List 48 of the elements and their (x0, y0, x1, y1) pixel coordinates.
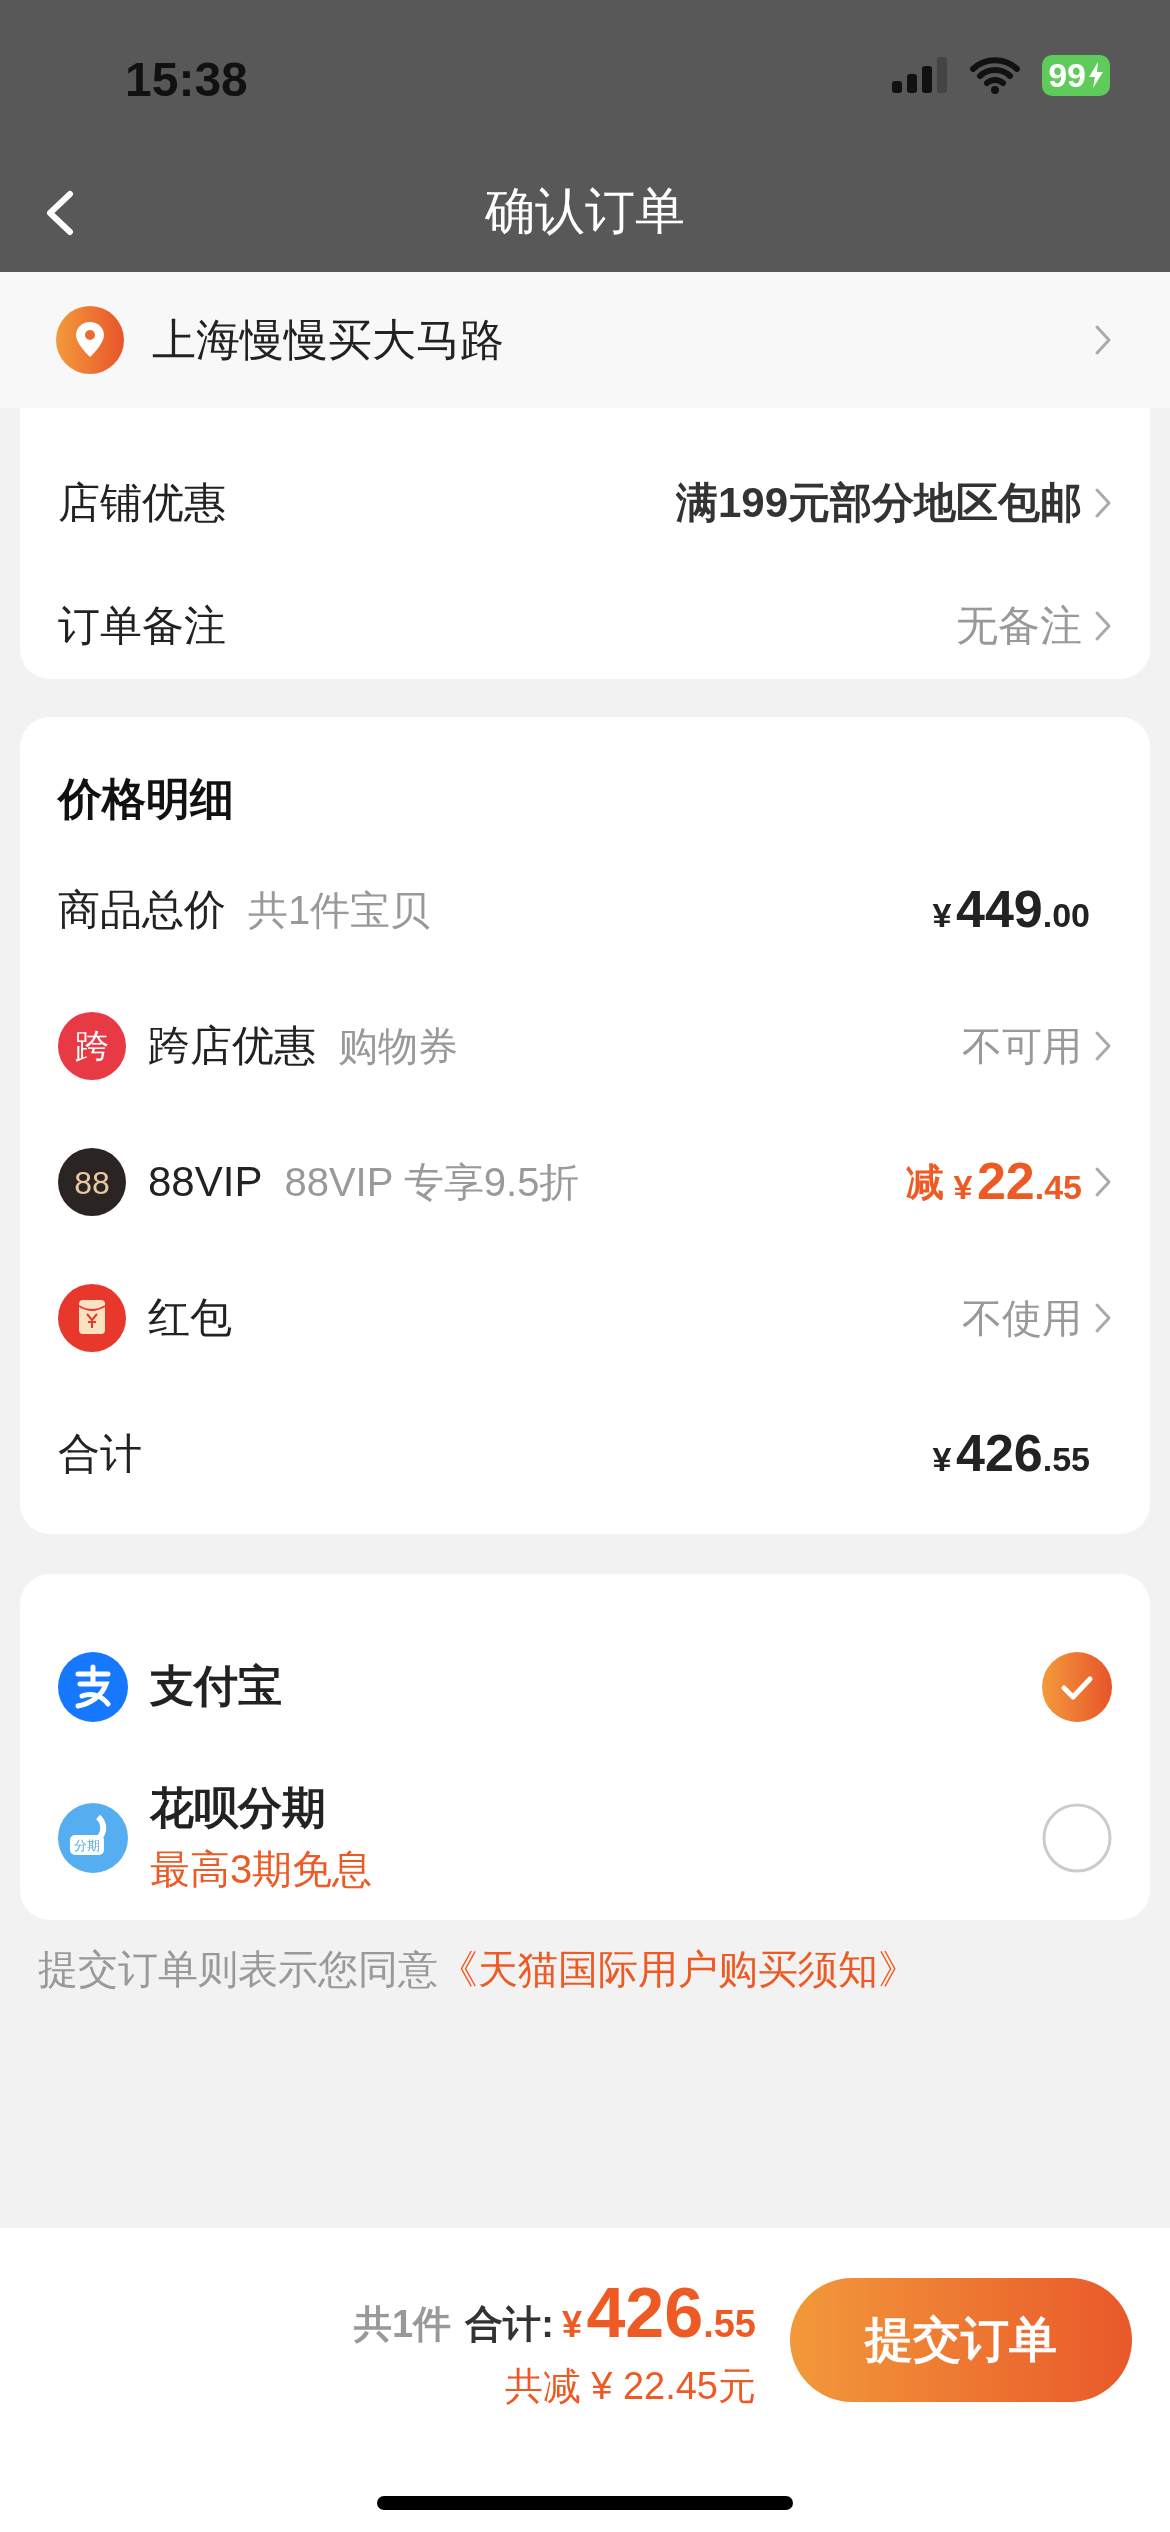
payment-method-name: 支付宝 (150, 1660, 283, 1712)
envelope-icon (58, 1284, 126, 1352)
option-value[interactable]: 满199元部分地区包邮 (675, 475, 1082, 531)
chevron-icon (1094, 1166, 1112, 1198)
price-text: ¥426.55 (932, 1423, 1090, 1485)
item-count: 共1件 (354, 2302, 452, 2347)
chevron-icon (1094, 1302, 1112, 1334)
signal-icon (892, 57, 949, 93)
option-label: 订单备注 (58, 601, 227, 651)
terms-link[interactable]: 《天猫国际用户购买须知》 (438, 1947, 918, 1991)
option-label: 店铺优惠 (58, 478, 227, 528)
payment-logo-icon (58, 1651, 128, 1722)
savings-text: 共减 ¥ 22.45元 (504, 2364, 756, 2409)
chevron-icon (1094, 324, 1112, 356)
discount-label: 减 (905, 1159, 944, 1205)
price-row-note: 共1件宝贝 (248, 886, 431, 934)
payment-radio[interactable] (1042, 1651, 1112, 1722)
option-value[interactable]: 无备注 (956, 598, 1082, 654)
chevron-icon (1094, 1030, 1112, 1062)
battery-indicator: 99 (1042, 54, 1110, 96)
status-time: 15:38 (125, 51, 249, 107)
payment-radio[interactable] (1042, 1803, 1112, 1873)
price-row-label: 红包 (148, 1293, 232, 1343)
submit-order-button[interactable]: 提交订单 (790, 2278, 1132, 2402)
total-label: 合计: (465, 2302, 554, 2347)
price-text: ¥449.00 (932, 879, 1090, 941)
price-row-label: 跨店优惠 (148, 1021, 316, 1071)
section-title: 价格明细 (58, 773, 235, 825)
price-row-note: 购物券 (338, 1022, 458, 1070)
location-pin-icon (56, 306, 124, 374)
price-row-value[interactable]: 不可用 (962, 1018, 1082, 1074)
vip-badge-icon: 88 (58, 1148, 126, 1216)
price-row-label: 88VIP (148, 1158, 263, 1206)
payment-method-name: 花呗分期 (150, 1782, 327, 1834)
chevron-icon (1094, 487, 1112, 519)
price-row-note: 88VIP 专享9.5折 (284, 1158, 580, 1206)
price-row-label: 合计 (58, 1429, 142, 1479)
terms-text: 提交订单则表示您同意《天猫国际用户购买须知》 (38, 1946, 919, 1993)
price-text: ¥426.55 (561, 2273, 756, 2354)
cross-store-badge-icon: 跨 (58, 1012, 126, 1080)
wifi-icon (970, 56, 1021, 94)
installment-logo-icon: 分期 (58, 1803, 128, 1873)
payment-promo-text: 最高3期免息 (150, 1846, 374, 1893)
price-row-value[interactable]: 不使用 (962, 1290, 1082, 1346)
chevron-icon (1094, 610, 1112, 642)
price-row-label: 商品总价 (58, 885, 226, 935)
page-title: 确认订单 (485, 181, 685, 241)
price-text: ¥22.45 (953, 1151, 1082, 1213)
